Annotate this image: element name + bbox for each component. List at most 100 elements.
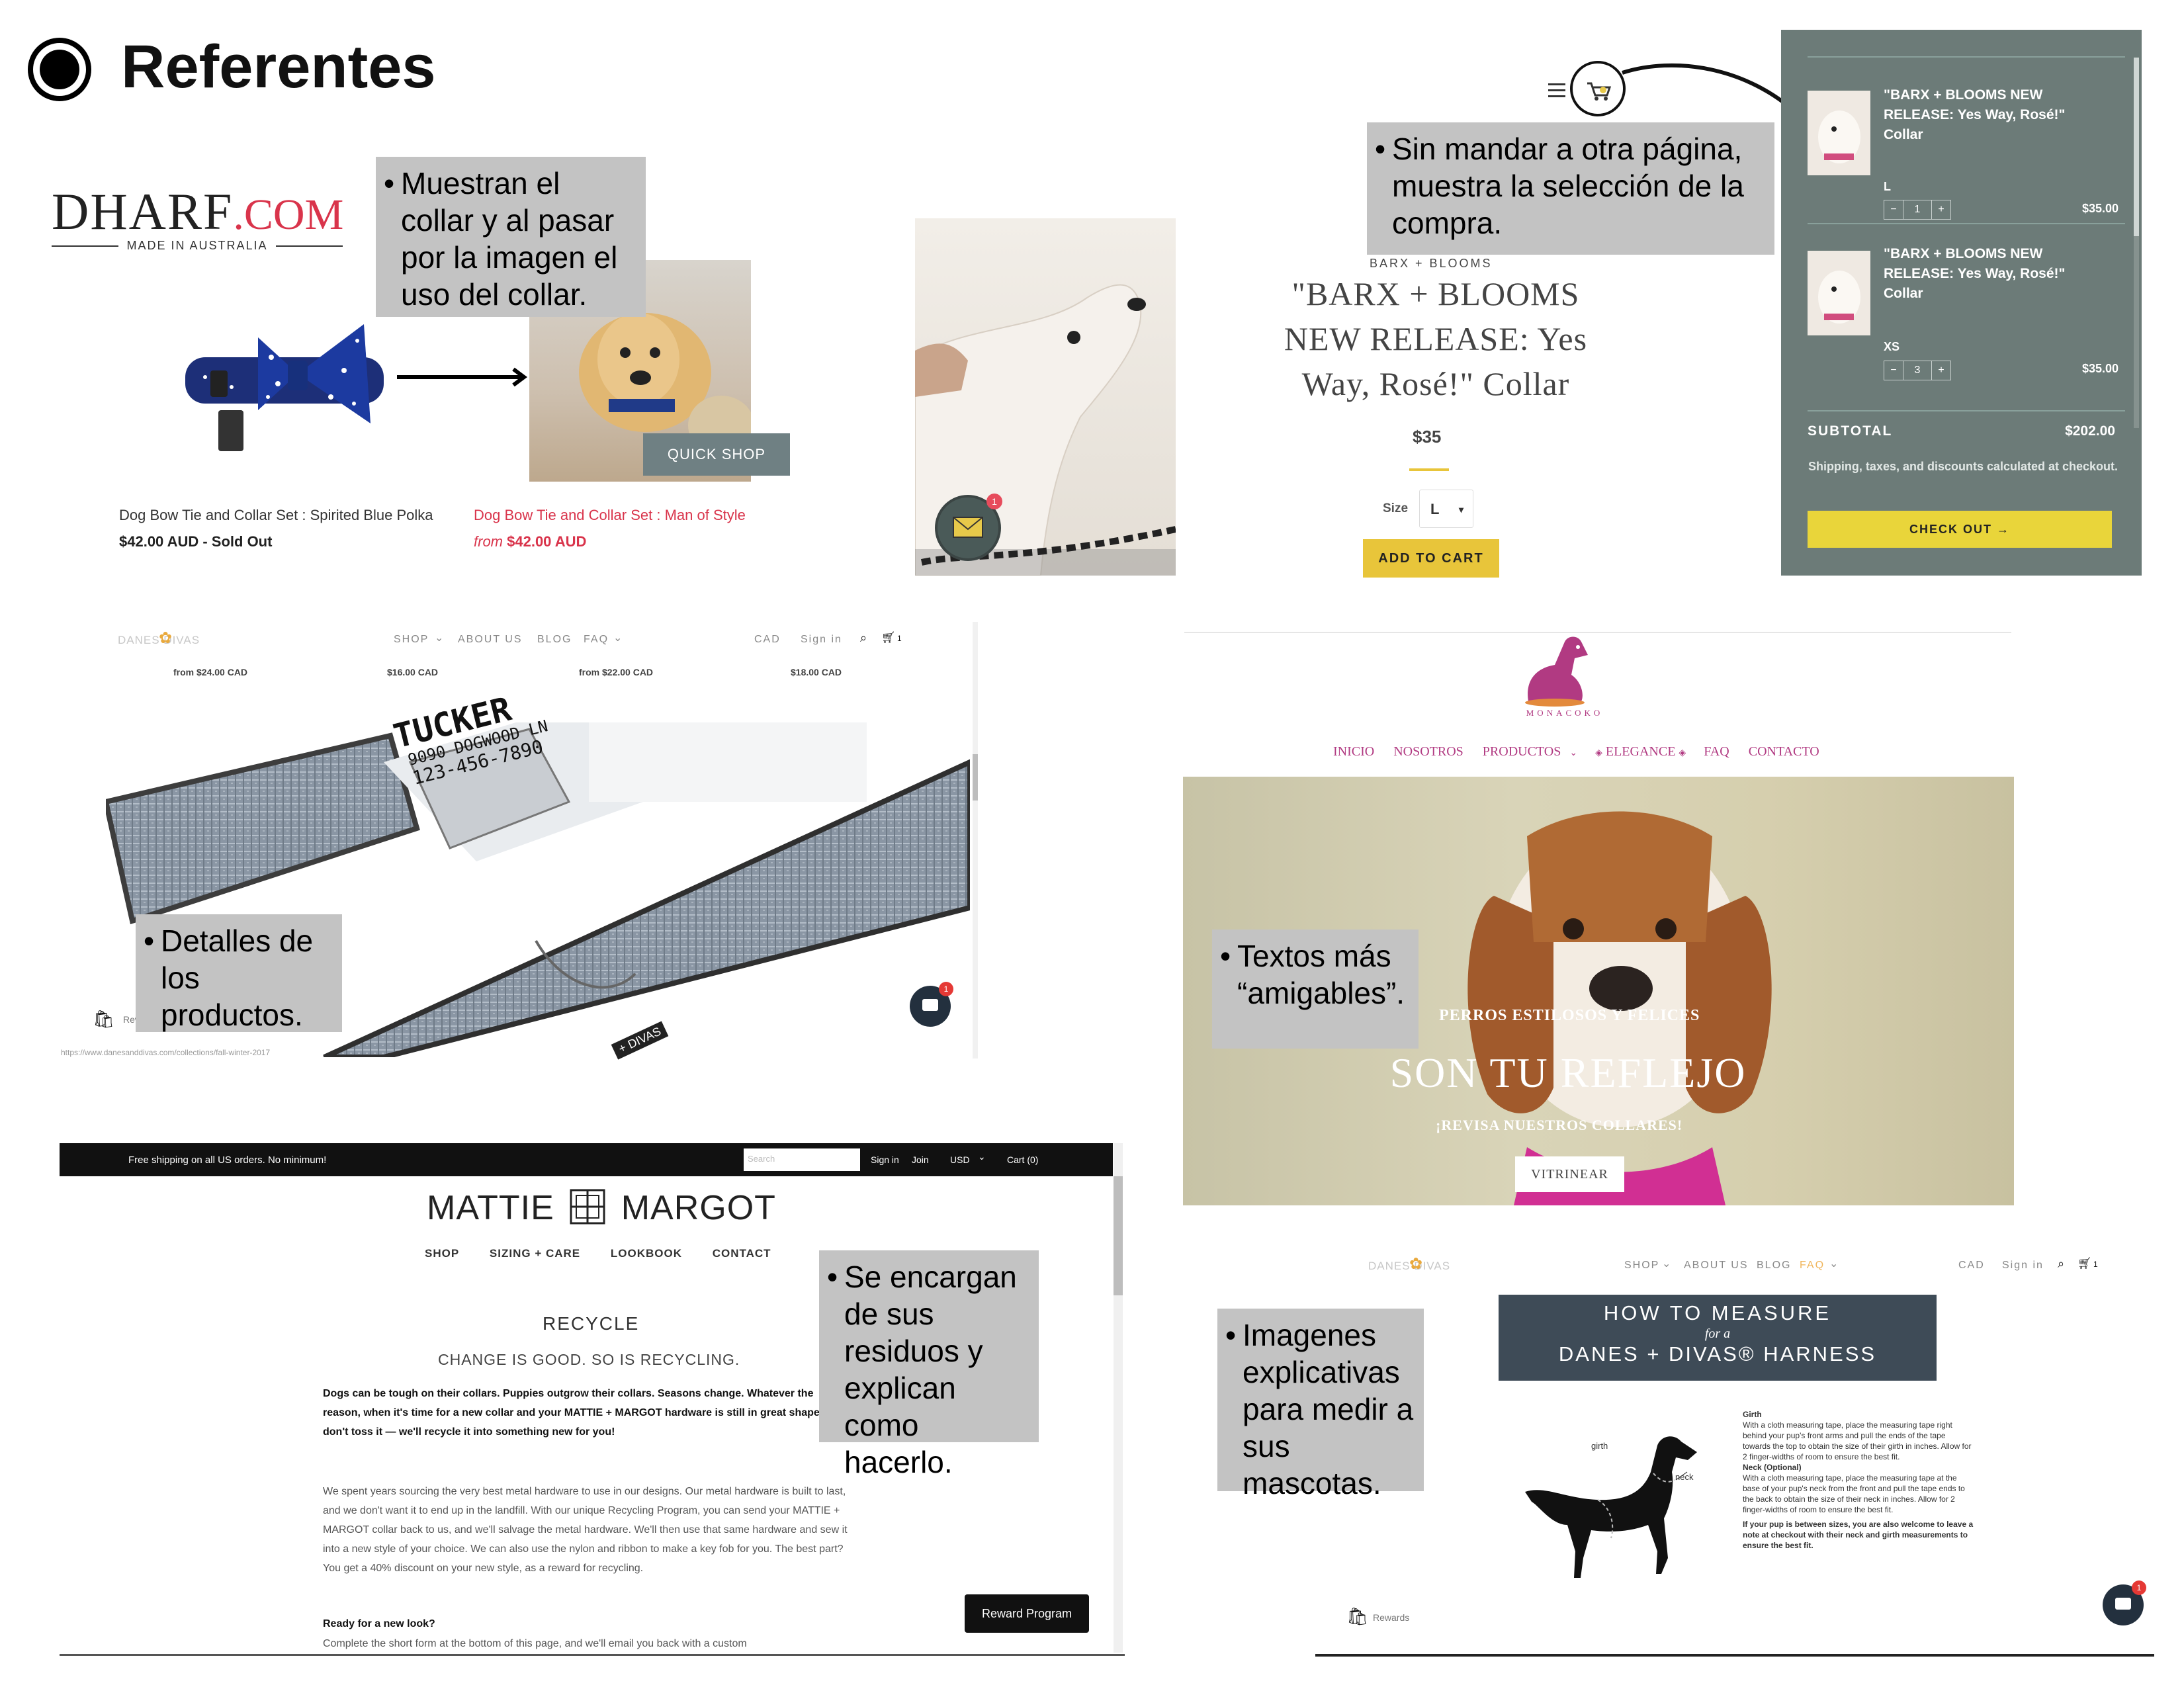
note-measure-images: Imagenes explicativas para medir a sus m… xyxy=(1217,1309,1424,1500)
danes1-nav-about[interactable]: ABOUT US xyxy=(458,634,523,646)
product-1-name[interactable]: Dog Bow Tie and Collar Set : Spirited Bl… xyxy=(119,507,433,524)
qty-value[interactable]: 3 xyxy=(1903,361,1931,380)
danes2-nav-faq[interactable]: FAQ xyxy=(1800,1260,1825,1272)
cart-icon[interactable] xyxy=(1570,61,1626,116)
dharf-logo: DHARF.COM MADE IN AUSTRALIA xyxy=(52,182,343,253)
search-icon[interactable]: ⌕ xyxy=(2058,1257,2064,1271)
dharf-logo-main: DHARF xyxy=(52,183,234,240)
nav-elegance[interactable]: ELEGANCE xyxy=(1606,744,1676,759)
cart-item-variant: XS xyxy=(1884,340,1900,353)
neck-title: Neck (Optional) xyxy=(1743,1463,1802,1472)
mattie-logo[interactable]: MATTIE MARGOT xyxy=(427,1188,776,1228)
join-link[interactable]: Join xyxy=(912,1154,929,1165)
bowtie-collar-image[interactable] xyxy=(179,311,397,456)
chat-button[interactable]: 1 xyxy=(910,982,953,1027)
cart-count: 1 xyxy=(2093,1260,2098,1269)
newsletter-bubble[interactable]: 1 xyxy=(935,494,1002,561)
mail-icon xyxy=(952,516,984,542)
danes2-bottom-rule xyxy=(1315,1654,2154,1657)
note-product-details: Detalles de los productos. xyxy=(136,914,342,1032)
neck-label: neck xyxy=(1675,1472,1694,1482)
chevron-down-icon: ⌄ xyxy=(1662,1258,1671,1270)
cart-scrollbar[interactable] xyxy=(2134,58,2139,428)
chat-icon xyxy=(2115,1598,2131,1610)
qty-plus-button[interactable]: + xyxy=(1931,200,1950,219)
scrollbar[interactable] xyxy=(973,622,978,1059)
qty-value[interactable]: 1 xyxy=(1903,200,1931,219)
cart-icon[interactable]: 🛒︎ xyxy=(2077,1257,2092,1270)
danes2-nav-about[interactable]: ABOUT US xyxy=(1684,1260,1749,1272)
quantity-stepper[interactable]: − 1 + xyxy=(1884,200,1951,220)
nav-faq[interactable]: FAQ xyxy=(1704,744,1729,759)
nav-shop[interactable]: SHOP xyxy=(425,1247,459,1260)
nav-lookbook[interactable]: LOOKBOOK xyxy=(611,1247,682,1260)
reward-program-button[interactable]: Reward Program xyxy=(965,1594,1089,1633)
search-icon[interactable]: ⌕ xyxy=(860,631,867,645)
qty-minus-button[interactable]: − xyxy=(1884,361,1903,380)
hero-button[interactable]: VITRINEAR xyxy=(1515,1156,1624,1192)
rewards-icon[interactable]: 🛍︎ xyxy=(93,1009,114,1029)
nav-contact[interactable]: CONTACT xyxy=(713,1247,771,1260)
chevron-down-icon: ⌄ xyxy=(435,632,444,644)
cart-item-thumb[interactable] xyxy=(1808,251,1870,335)
recycle-para-1: Dogs can be tough on their collars. Pupp… xyxy=(323,1388,823,1438)
checkout-button[interactable]: CHECK OUT → xyxy=(1808,511,2112,548)
product-1-price: $42.00 AUD - Sold Out xyxy=(119,533,273,550)
qty-minus-button[interactable]: − xyxy=(1884,200,1903,219)
shipping-banner: Free shipping on all US orders. No minim… xyxy=(128,1154,327,1166)
currency-select[interactable]: CAD xyxy=(1958,1260,1985,1272)
product-2-price: from $42.00 AUD xyxy=(474,533,586,550)
nav-contacto[interactable]: CONTACTO xyxy=(1749,744,1819,759)
cart-item-name[interactable]: "BARX + BLOOMS NEW RELEASE: Yes Way, Ros… xyxy=(1884,85,2102,145)
nav-nosotros[interactable]: NOSOTROS xyxy=(1393,744,1463,759)
sign-in-link[interactable]: Sign in xyxy=(2002,1260,2044,1272)
danes1-nav-blog[interactable]: BLOG xyxy=(537,634,572,646)
size-select[interactable]: L ▾ xyxy=(1419,490,1473,528)
cart-item-name[interactable]: "BARX + BLOOMS NEW RELEASE: Yes Way, Ros… xyxy=(1884,244,2102,304)
cart-icon[interactable]: 🛒︎ xyxy=(881,631,896,644)
add-to-cart-button[interactable]: ADD TO CART xyxy=(1363,539,1499,578)
scrollbar[interactable] xyxy=(1114,1143,1123,1653)
chevron-down-icon: ⌄ xyxy=(613,632,623,644)
search-input[interactable]: Search xyxy=(744,1148,860,1171)
rewards-icon[interactable]: 🛍︎ xyxy=(1346,1606,1368,1627)
monacoko-logo[interactable]: MONACOKO xyxy=(1515,708,1614,718)
currency-select[interactable]: CAD xyxy=(754,634,781,646)
monacoko-logo-icon[interactable] xyxy=(1508,628,1608,711)
danes2-header: DANES DIVAS ✿ SHOP ⌄ ABOUT US BLOG FAQ ⌄… xyxy=(1363,1255,2111,1282)
recycle-subheading: CHANGE IS GOOD. SO IS RECYCLING. xyxy=(438,1351,740,1368)
danes1-nav-faq[interactable]: FAQ xyxy=(584,634,609,646)
chevron-down-icon: ⌄ xyxy=(1829,1258,1839,1270)
barx-price-underline xyxy=(1409,468,1449,471)
page-title: Referentes xyxy=(121,33,436,101)
cart-item-thumb[interactable] xyxy=(1808,91,1870,175)
danes2-nav-blog[interactable]: BLOG xyxy=(1757,1260,1791,1272)
newsletter-badge: 1 xyxy=(986,494,1002,509)
quickshop-button[interactable]: QUICK SHOP xyxy=(643,433,790,476)
measure-instructions: Girth With a cloth measuring tape, place… xyxy=(1743,1409,1974,1551)
note-recycling: Se encargan de sus residuos y explican c… xyxy=(819,1250,1039,1479)
danes1-nav-shop[interactable]: SHOP xyxy=(394,634,429,646)
danes2-nav-shop[interactable]: SHOP xyxy=(1624,1260,1659,1272)
nav-inicio[interactable]: INICIO xyxy=(1333,744,1374,759)
mattie-logo-right: MARGOT xyxy=(621,1189,776,1227)
chat-button[interactable]: 1 xyxy=(2103,1580,2146,1625)
sign-in-link[interactable]: Sign in xyxy=(801,634,842,646)
product-2-name[interactable]: Dog Bow Tie and Collar Set : Man of Styl… xyxy=(474,507,746,524)
arrow-icon xyxy=(397,367,529,390)
currency-select[interactable]: USD xyxy=(950,1154,970,1165)
cart-divider xyxy=(1808,410,2125,411)
status-url: https://www.danesanddivas.com/collection… xyxy=(61,1048,271,1057)
measure-banner: HOW TO MEASURE for a DANES + DIVAS® HARN… xyxy=(1499,1295,1937,1381)
menu-icon[interactable] xyxy=(1548,83,1565,101)
cart-item: "BARX + BLOOMS NEW RELEASE: Yes Way, Ros… xyxy=(1808,223,2125,396)
rewards-label[interactable]: Rewards xyxy=(1373,1612,1409,1623)
qty-plus-button[interactable]: + xyxy=(1931,361,1950,380)
paw-icon: ✿ xyxy=(1409,1255,1423,1273)
nav-productos[interactable]: PRODUCTOS xyxy=(1483,744,1561,759)
sign-in-link[interactable]: Sign in xyxy=(871,1154,899,1165)
recycle-para-2: We spent years sourcing the very best me… xyxy=(323,1486,848,1574)
quantity-stepper[interactable]: − 3 + xyxy=(1884,361,1951,380)
nav-sizing[interactable]: SIZING + CARE xyxy=(490,1247,580,1260)
cart-link[interactable]: Cart (0) xyxy=(1007,1154,1038,1165)
